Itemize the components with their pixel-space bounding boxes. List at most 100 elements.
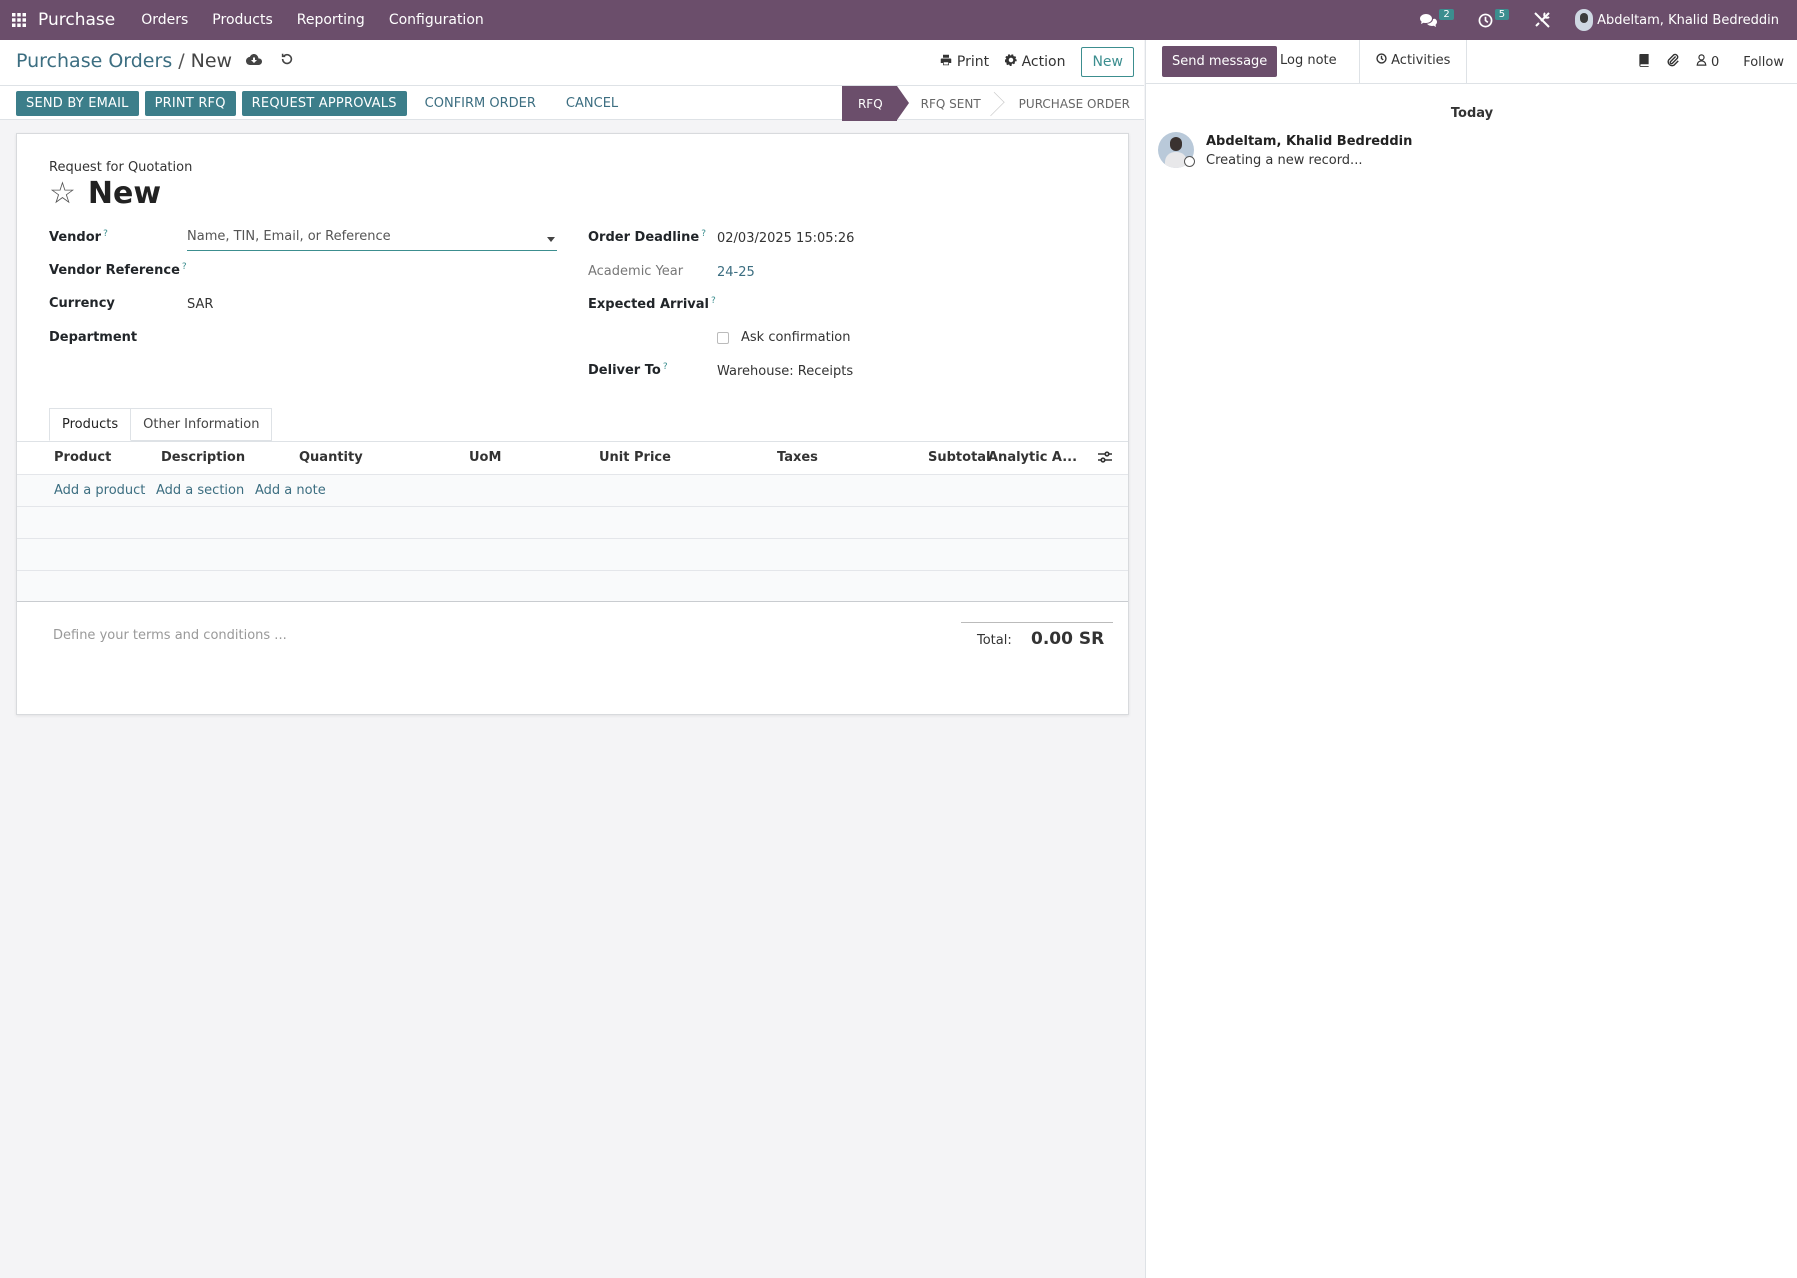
control-panel-actions: Print Action New [940, 47, 1134, 77]
column-description[interactable]: Description [161, 450, 245, 465]
menu-reporting[interactable]: Reporting [285, 12, 377, 28]
add-product-link[interactable]: Add a product [54, 483, 145, 498]
control-panel: Purchase Orders / New Print Action New S… [0, 40, 1144, 121]
user-menu[interactable]: Abdeltam, Khalid Bedreddin [1567, 9, 1787, 31]
expected-arrival-label: Expected Arrival? [588, 296, 716, 312]
chat-bubbles-icon [1420, 14, 1438, 27]
expected-arrival-help-icon[interactable]: ? [711, 296, 716, 306]
print-rfq-button[interactable]: PRINT RFQ [144, 91, 236, 116]
form-view: Purchase Orders / New Print Action New S… [0, 40, 1144, 1278]
star-icon[interactable]: ☆ [49, 176, 76, 211]
stage-rfq-sent[interactable]: RFQ SENT [897, 86, 995, 121]
paperclip-icon[interactable] [1666, 53, 1680, 71]
stage-pipeline: RFQ RFQ SENT PURCHASE ORDER [841, 86, 1144, 121]
vendor-reference-label: Vendor Reference? [49, 262, 187, 278]
total-value: 0.00 SR [1031, 629, 1105, 649]
currency-label: Currency [49, 296, 115, 311]
deliver-to-help-icon[interactable]: ? [663, 362, 668, 372]
tools-icon [1534, 12, 1550, 28]
save-cloud-icon[interactable] [246, 52, 263, 70]
request-approvals-button[interactable]: REQUEST APPROVALS [241, 91, 407, 116]
menu-products[interactable]: Products [200, 12, 284, 28]
terms-conditions-field[interactable]: Define your terms and conditions ... [53, 628, 287, 643]
message-author[interactable]: Abdeltam, Khalid Bedreddin [1206, 134, 1412, 149]
message-body: Creating a new record... [1206, 153, 1363, 168]
add-note-link[interactable]: Add a note [255, 483, 326, 498]
column-analytic[interactable]: Analytic A... [988, 450, 1077, 465]
followers-button[interactable]: 0 [1696, 54, 1719, 70]
academic-year-label: Academic Year [588, 264, 684, 279]
activities-chatter-button[interactable]: Activities [1359, 40, 1468, 84]
column-uom[interactable]: UoM [469, 450, 501, 465]
new-record-button[interactable]: New [1081, 47, 1134, 77]
order-deadline-label-text: Order Deadline [588, 230, 700, 245]
clock-icon [1376, 53, 1387, 64]
date-separator: Today [1450, 106, 1494, 121]
tab-products[interactable]: Products [49, 408, 132, 441]
status-bar-buttons: SEND BY EMAIL PRINT RFQ REQUEST APPROVAL… [16, 91, 630, 116]
follow-button[interactable]: Follow [1743, 55, 1784, 70]
apps-grid-icon[interactable] [0, 0, 38, 40]
menu-configuration[interactable]: Configuration [377, 12, 496, 28]
table-row [17, 570, 1128, 602]
activities-button[interactable]: 5 [1470, 8, 1517, 28]
print-button[interactable]: Print [940, 54, 989, 70]
user-name: Abdeltam, Khalid Bedreddin [1597, 12, 1779, 28]
table-row: Add a product Add a section Add a note [17, 474, 1128, 506]
discard-icon[interactable] [280, 52, 294, 70]
debug-tools-button[interactable] [1525, 11, 1559, 29]
record-title: New [87, 176, 162, 211]
currency-value[interactable]: SAR [187, 297, 213, 312]
user-icon [1696, 54, 1707, 66]
action-label: Action [1021, 54, 1066, 70]
chevron-down-icon[interactable] [547, 237, 555, 242]
stage-purchase-order[interactable]: PURCHASE ORDER [995, 86, 1144, 121]
send-by-email-button[interactable]: SEND BY EMAIL [16, 91, 139, 116]
total-divider [961, 622, 1113, 623]
table-row [17, 538, 1128, 570]
printer-icon [941, 54, 952, 66]
menu-orders[interactable]: Orders [129, 12, 200, 28]
chatter-topbar: Send message Log note Activities 0 Follo… [1146, 40, 1797, 84]
user-avatar [1575, 9, 1594, 31]
column-subtotal[interactable]: Subtotal [928, 450, 991, 465]
action-button[interactable]: Action [1004, 54, 1066, 70]
column-taxes[interactable]: Taxes [777, 450, 818, 465]
app-name[interactable]: Purchase [38, 10, 115, 30]
status-bar: SEND BY EMAIL PRINT RFQ REQUEST APPROVAL… [0, 85, 1144, 121]
column-quantity[interactable]: Quantity [299, 450, 363, 465]
log-note-button[interactable]: Log note [1280, 53, 1337, 68]
vendor-input[interactable]: Name, TIN, Email, or Reference [187, 229, 557, 251]
vendor-placeholder: Name, TIN, Email, or Reference [187, 229, 391, 244]
stage-rfq[interactable]: RFQ [841, 86, 909, 121]
order-deadline-help-icon[interactable]: ? [701, 229, 706, 239]
breadcrumb: Purchase Orders / New [16, 50, 294, 72]
cancel-button[interactable]: CANCEL [554, 91, 630, 116]
add-section-link[interactable]: Add a section [156, 483, 244, 498]
table-row [17, 506, 1128, 538]
tab-other-information[interactable]: Other Information [131, 408, 273, 441]
vendor-reference-help-icon[interactable]: ? [182, 262, 187, 272]
chatter-panel: Send message Log note Activities 0 Follo… [1145, 40, 1797, 1278]
column-settings-icon[interactable] [1098, 451, 1112, 467]
vendor-help-icon[interactable]: ? [103, 229, 108, 239]
deliver-to-label: Deliver To? [588, 362, 668, 378]
gear-icon [1004, 54, 1017, 66]
vendor-reference-label-text: Vendor Reference [49, 263, 180, 278]
book-icon[interactable] [1638, 53, 1650, 71]
send-message-button[interactable]: Send message [1162, 46, 1278, 77]
column-product[interactable]: Product [54, 450, 111, 465]
total-label: Total: [977, 633, 1012, 648]
deliver-to-value[interactable]: Warehouse: Receipts [717, 364, 853, 379]
ask-confirmation-checkbox[interactable] [717, 332, 729, 344]
breadcrumb-purchase-orders[interactable]: Purchase Orders [16, 50, 172, 72]
deliver-to-label-text: Deliver To [588, 363, 661, 378]
followers-count: 0 [1710, 55, 1720, 70]
clock-icon [1478, 13, 1493, 27]
messages-button[interactable]: 2 [1411, 8, 1461, 27]
confirm-order-button[interactable]: CONFIRM ORDER [413, 91, 548, 116]
column-unit-price[interactable]: Unit Price [599, 450, 671, 465]
order-deadline-value[interactable]: 02/03/2025 15:05:26 [717, 231, 854, 246]
academic-year-value[interactable]: 24-25 [717, 265, 755, 280]
chatter-icons: 0 Follow [1638, 53, 1784, 71]
